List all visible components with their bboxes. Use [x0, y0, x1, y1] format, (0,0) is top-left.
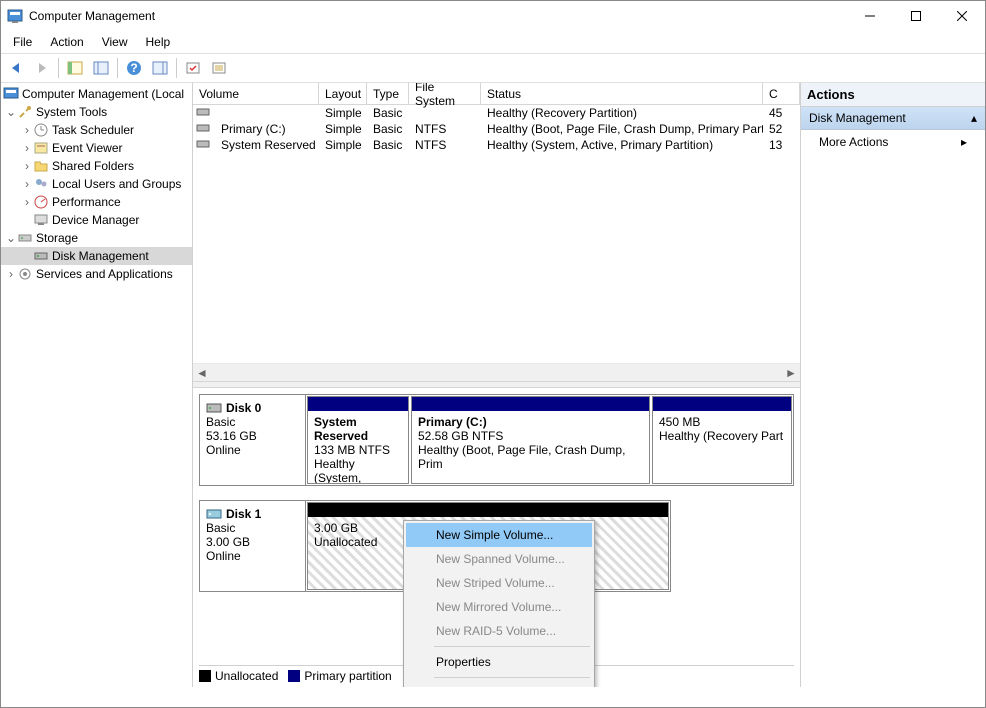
- tree-system-tools[interactable]: ⌄ System Tools: [1, 103, 192, 121]
- menu-bar: File Action View Help: [1, 31, 985, 53]
- legend-swatch-unallocated: [199, 670, 211, 682]
- disk-row[interactable]: Disk 0 Basic 53.16 GB Online System Rese…: [199, 394, 794, 486]
- maximize-button[interactable]: [893, 1, 939, 31]
- window-title: Computer Management: [29, 9, 847, 23]
- tree-device-manager[interactable]: Device Manager: [1, 211, 192, 229]
- clock-icon: [33, 122, 49, 138]
- caret-right-icon[interactable]: ›: [21, 123, 33, 137]
- volume-row[interactable]: System Reserved Simple Basic NTFS Health…: [193, 137, 800, 153]
- tree-event-viewer[interactable]: › Event Viewer: [1, 139, 192, 157]
- menu-view[interactable]: View: [94, 33, 136, 51]
- volume-list[interactable]: Simple Basic Healthy (Recovery Partition…: [193, 105, 800, 363]
- ctx-properties[interactable]: Properties: [406, 650, 592, 674]
- tree-shared-folders[interactable]: › Shared Folders: [1, 157, 192, 175]
- ctx-help[interactable]: Help: [406, 681, 592, 687]
- collapse-icon[interactable]: ▴: [971, 111, 977, 125]
- partition[interactable]: Primary (C:) 52.58 GB NTFS Healthy (Boot…: [411, 396, 650, 484]
- actions-more[interactable]: More Actions ▸: [801, 130, 985, 154]
- center-pane: Volume Layout Type File System Status C …: [193, 83, 801, 687]
- folder-icon: [33, 158, 49, 174]
- event-icon: [33, 140, 49, 156]
- action-pane-button[interactable]: [148, 56, 172, 80]
- menu-file[interactable]: File: [5, 33, 40, 51]
- close-button[interactable]: [939, 1, 985, 31]
- chevron-right-icon: ▸: [961, 135, 967, 149]
- col-capacity[interactable]: C: [763, 83, 800, 104]
- volume-row[interactable]: Primary (C:) Simple Basic NTFS Healthy (…: [193, 121, 800, 137]
- menu-help[interactable]: Help: [138, 33, 179, 51]
- ctx-new-simple-volume[interactable]: New Simple Volume...: [406, 523, 592, 547]
- performance-icon: [33, 194, 49, 210]
- tree-local-users[interactable]: › Local Users and Groups: [1, 175, 192, 193]
- disk-icon: [33, 248, 49, 264]
- legend-swatch-primary: [288, 670, 300, 682]
- hdd-icon: [196, 106, 210, 118]
- splitter[interactable]: [193, 381, 800, 388]
- hdd-icon: [206, 402, 222, 414]
- caret-right-icon[interactable]: ›: [5, 267, 17, 281]
- disk-info[interactable]: Disk 0 Basic 53.16 GB Online: [200, 395, 306, 485]
- computer-icon: [3, 86, 19, 102]
- toolbar: ?: [1, 53, 985, 83]
- ctx-new-striped-volume: New Striped Volume...: [406, 571, 592, 595]
- tree-storage[interactable]: ⌄ Storage: [1, 229, 192, 247]
- tree-pane: Computer Management (Local ⌄ System Tool…: [1, 83, 193, 687]
- caret-right-icon[interactable]: ›: [21, 141, 33, 155]
- caret-right-icon[interactable]: ›: [21, 159, 33, 173]
- scroll-left-icon[interactable]: ◄: [193, 364, 211, 381]
- col-status[interactable]: Status: [481, 83, 763, 104]
- col-filesystem[interactable]: File System: [409, 83, 481, 104]
- actions-group[interactable]: Disk Management ▴: [801, 107, 985, 130]
- partition[interactable]: 450 MB Healthy (Recovery Part: [652, 396, 792, 484]
- horizontal-scrollbar[interactable]: ◄ ►: [193, 363, 800, 381]
- col-type[interactable]: Type: [367, 83, 409, 104]
- title-bar: Computer Management: [1, 1, 985, 31]
- hdd-icon: [206, 508, 222, 520]
- help-button[interactable]: ?: [122, 56, 146, 80]
- hdd-icon: [196, 122, 210, 134]
- caret-right-icon[interactable]: ›: [21, 177, 33, 191]
- volume-list-header: Volume Layout Type File System Status C: [193, 83, 800, 105]
- services-icon: [17, 266, 33, 282]
- ctx-new-raid5-volume: New RAID-5 Volume...: [406, 619, 592, 643]
- tree-task-scheduler[interactable]: › Task Scheduler: [1, 121, 192, 139]
- hdd-icon: [196, 138, 210, 150]
- disk-graphical-view: Disk 0 Basic 53.16 GB Online System Rese…: [193, 388, 800, 687]
- refresh-button[interactable]: [181, 56, 205, 80]
- svg-text:?: ?: [130, 61, 137, 75]
- tree-disk-management[interactable]: Disk Management: [1, 247, 192, 265]
- tools-icon: [17, 104, 33, 120]
- partition[interactable]: System Reserved 133 MB NTFS Healthy (Sys…: [307, 396, 409, 484]
- tree-root[interactable]: Computer Management (Local: [1, 85, 192, 103]
- disk-info[interactable]: Disk 1 Basic 3.00 GB Online: [200, 501, 306, 591]
- scroll-right-icon[interactable]: ►: [782, 364, 800, 381]
- actions-pane: Actions Disk Management ▴ More Actions ▸: [801, 83, 985, 687]
- menu-action[interactable]: Action: [42, 33, 91, 51]
- show-hide-tree-button[interactable]: [63, 56, 87, 80]
- list-button[interactable]: [207, 56, 231, 80]
- forward-button[interactable]: [30, 56, 54, 80]
- users-icon: [33, 176, 49, 192]
- minimize-button[interactable]: [847, 1, 893, 31]
- tree-performance[interactable]: › Performance: [1, 193, 192, 211]
- ctx-new-spanned-volume: New Spanned Volume...: [406, 547, 592, 571]
- caret-right-icon[interactable]: ›: [21, 195, 33, 209]
- volume-row[interactable]: Simple Basic Healthy (Recovery Partition…: [193, 105, 800, 121]
- back-button[interactable]: [4, 56, 28, 80]
- ctx-new-mirrored-volume: New Mirrored Volume...: [406, 595, 592, 619]
- context-menu: New Simple Volume... New Spanned Volume.…: [403, 520, 595, 687]
- device-icon: [33, 212, 49, 228]
- actions-header: Actions: [801, 83, 985, 107]
- caret-down-icon[interactable]: ⌄: [5, 105, 17, 119]
- storage-icon: [17, 230, 33, 246]
- app-icon: [7, 8, 23, 24]
- col-layout[interactable]: Layout: [319, 83, 367, 104]
- properties-button[interactable]: [89, 56, 113, 80]
- col-volume[interactable]: Volume: [193, 83, 319, 104]
- tree-services[interactable]: › Services and Applications: [1, 265, 192, 283]
- caret-down-icon[interactable]: ⌄: [5, 231, 17, 245]
